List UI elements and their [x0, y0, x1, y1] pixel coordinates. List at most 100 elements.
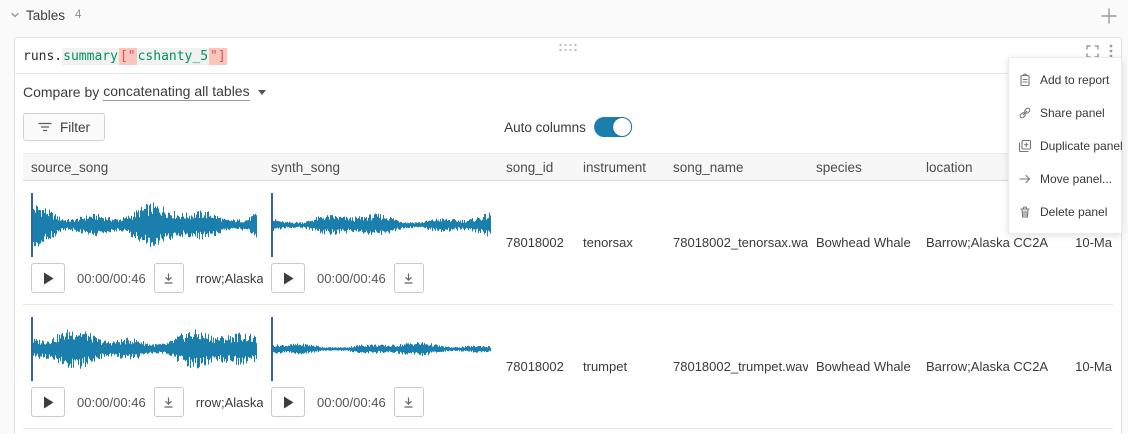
column-header-species[interactable]: species [808, 160, 918, 175]
audio-waveform[interactable] [271, 317, 498, 381]
column-header-synth-song[interactable]: synth_song [263, 160, 498, 175]
cell-species: Bowhead Whale [808, 181, 918, 304]
arrow-right-icon [1018, 172, 1032, 186]
audio-caption: rrow;Alaska CC [196, 395, 263, 410]
cell-location: Barrow;Alaska CC2A [918, 305, 1058, 428]
compare-label: Compare by [23, 84, 99, 100]
playback-cursor [31, 193, 33, 257]
cell-synth-song: 00:00/00:46 [263, 305, 498, 428]
menu-item-label: Share panel [1040, 106, 1105, 120]
audio-caption: rrow;Alaska CC [196, 271, 263, 286]
cell-source-song: 00:00/00:46 rrow;Alaska CC [23, 305, 263, 428]
menu-item-label: Add to report [1040, 73, 1109, 87]
panel-header: runs.summary["cshanty_5"] [15, 38, 1121, 74]
trash-icon [1018, 205, 1032, 219]
compare-row: Compare by concatenating all tables [15, 74, 1121, 101]
cell-date: 10-Ma [1058, 305, 1113, 428]
menu-item-label: Duplicate panel [1040, 139, 1123, 153]
menu-item-share-panel[interactable]: Share panel [1009, 96, 1121, 129]
playback-cursor [31, 317, 33, 381]
audio-player: 00:00/00:46 [271, 263, 498, 293]
cell-species: Bowhead Whale [808, 305, 918, 428]
play-icon [43, 272, 54, 285]
audio-player: 00:00/00:46 rrow;Alaska CC [31, 263, 263, 293]
auto-columns-label: Auto columns [504, 120, 586, 135]
download-icon [162, 396, 175, 409]
menu-item-duplicate-panel[interactable]: Duplicate panel [1009, 129, 1121, 162]
menu-item-label: Move panel... [1040, 172, 1112, 186]
column-header-instrument[interactable]: instrument [575, 160, 665, 175]
table-row: 00:00/00:46 rrow;Alaska CC 00:00/00:46 7… [23, 181, 1113, 305]
audio-time: 00:00/00:46 [77, 271, 146, 286]
panel-query[interactable]: runs.summary["cshanty_5"] [23, 49, 1113, 64]
cell-instrument: trumpet [575, 305, 665, 428]
download-button[interactable] [154, 387, 184, 417]
cell-song-name: 78018002_trumpet.wav [665, 305, 808, 428]
table-row: 00:00/00:46 rrow;Alaska CC 00:00/00:46 7… [23, 305, 1113, 429]
audio-time: 00:00/00:46 [317, 271, 386, 286]
audio-time: 00:00/00:46 [77, 395, 146, 410]
play-icon [283, 272, 294, 285]
cell-song-id: 78018002 [498, 181, 575, 304]
download-icon [402, 272, 415, 285]
table-header-row: source_song synth_song song_id instrumen… [23, 153, 1113, 181]
download-icon [162, 272, 175, 285]
audio-time: 00:00/00:46 [317, 395, 386, 410]
column-header-song-id[interactable]: song_id [498, 160, 575, 175]
query-method: summary [62, 48, 119, 65]
cell-song-name: 78018002_tenorsax.wav [665, 181, 808, 304]
fullscreen-icon[interactable] [1086, 45, 1099, 58]
query-bracket-close: "] [209, 48, 227, 65]
section-count: 4 [75, 9, 81, 21]
controls-row: Filter Auto columns [15, 113, 1121, 141]
drag-handle[interactable] [560, 44, 577, 51]
cell-synth-song: 00:00/00:46 [263, 181, 498, 304]
cell-song-id: 78018002 [498, 305, 575, 428]
download-button[interactable] [154, 263, 184, 293]
audio-waveform[interactable] [31, 193, 263, 257]
audio-waveform[interactable] [31, 317, 263, 381]
menu-item-delete-panel[interactable]: Delete panel [1009, 195, 1121, 228]
link-icon [1018, 106, 1032, 120]
kebab-menu-icon[interactable] [1109, 44, 1113, 58]
query-prefix: runs. [23, 49, 62, 64]
menu-item-move-panel[interactable]: Move panel... [1009, 162, 1121, 195]
auto-columns-toggle[interactable] [594, 117, 632, 137]
play-button[interactable] [271, 263, 305, 293]
table-panel: runs.summary["cshanty_5"] Compare by con… [14, 37, 1122, 434]
chevron-down-icon[interactable] [10, 10, 20, 20]
download-button[interactable] [394, 387, 424, 417]
add-panel-icon[interactable] [1100, 7, 1118, 28]
download-icon [402, 396, 415, 409]
filter-label: Filter [60, 120, 90, 135]
column-header-source-song[interactable]: source_song [23, 160, 263, 175]
compare-dropdown[interactable]: concatenating all tables [103, 83, 249, 101]
section-title: Tables [26, 8, 65, 23]
data-table: source_song synth_song song_id instrumen… [23, 153, 1113, 429]
filter-icon [38, 121, 52, 133]
duplicate-icon [1018, 139, 1032, 153]
query-bracket-open: [" [119, 48, 137, 65]
audio-waveform[interactable] [271, 193, 498, 257]
query-key: cshanty_5 [137, 48, 209, 65]
audio-player: 00:00/00:46 [271, 387, 498, 417]
audio-player: 00:00/00:46 rrow;Alaska CC [31, 387, 263, 417]
playback-cursor [271, 317, 273, 381]
menu-item-label: Delete panel [1040, 205, 1107, 219]
report-icon [1018, 73, 1032, 87]
playback-cursor [271, 193, 273, 257]
cell-instrument: tenorsax [575, 181, 665, 304]
filter-button[interactable]: Filter [23, 113, 105, 141]
play-button[interactable] [31, 263, 65, 293]
play-button[interactable] [271, 387, 305, 417]
download-button[interactable] [394, 263, 424, 293]
play-icon [43, 396, 54, 409]
play-icon [283, 396, 294, 409]
section-header: Tables 4 [0, 0, 1128, 30]
panel-context-menu: Add to report Share panel Duplicate pane… [1008, 57, 1122, 234]
column-header-song-name[interactable]: song_name [665, 160, 808, 175]
cell-source-song: 00:00/00:46 rrow;Alaska CC [23, 181, 263, 304]
caret-down-icon[interactable] [258, 90, 266, 95]
menu-item-add-to-report[interactable]: Add to report [1009, 63, 1121, 96]
play-button[interactable] [31, 387, 65, 417]
